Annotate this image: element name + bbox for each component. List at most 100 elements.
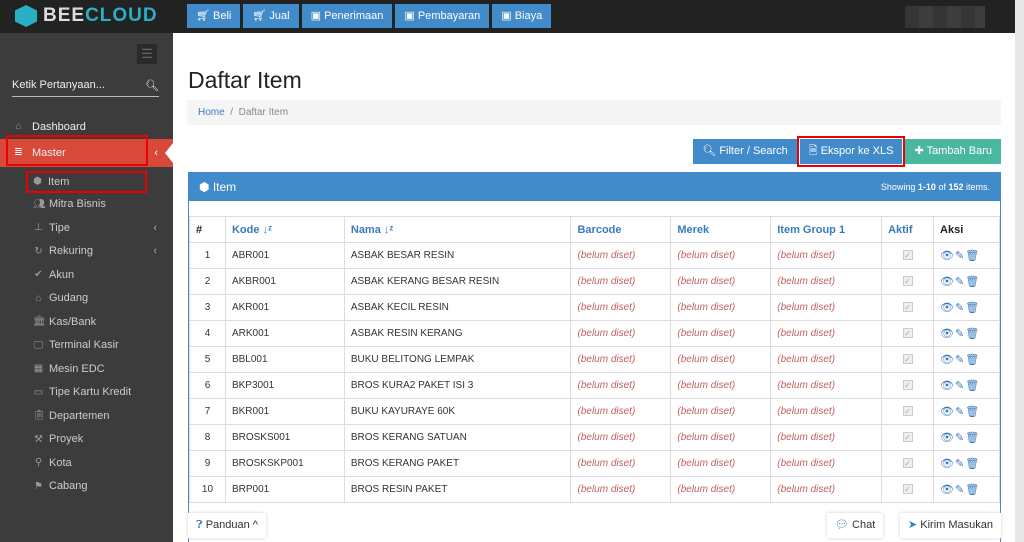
sidebar-item-mitra-bisnis[interactable]: 👥︎ Mitra Bisnis bbox=[0, 193, 173, 217]
scrollbar[interactable] bbox=[1015, 0, 1024, 542]
feedback-button[interactable]: ➤ Kirim Masukan bbox=[900, 513, 1002, 538]
edit-icon[interactable]: ✎ bbox=[955, 406, 965, 418]
delete-icon[interactable]: 🗑︎ bbox=[965, 380, 980, 392]
chat-button[interactable]: 💬︎ Chat bbox=[827, 513, 884, 538]
money-icon: ▣ bbox=[501, 10, 512, 22]
column-header-nama[interactable]: Nama ↓ᶻ bbox=[343, 216, 572, 243]
sidebar-item-tipe[interactable]: ⊥ Tipe ‹ bbox=[0, 216, 173, 240]
gavel-icon: ⚒ bbox=[34, 433, 43, 445]
column-header-aktif[interactable]: Aktif bbox=[881, 216, 935, 243]
table-row: 10 BRP001 BROS RESIN PAKET (belum diset) (be… bbox=[189, 476, 1000, 503]
view-icon[interactable]: 👁︎ bbox=[940, 432, 955, 444]
guide-button[interactable]: ❓︎ Panduan ^ bbox=[188, 513, 266, 538]
topnav-beli[interactable]: 🛒︎ Beli bbox=[187, 4, 241, 28]
table-row: 6 BKP3001 BROS KURA2 PAKET ISI 3 (belum dis… bbox=[189, 372, 1000, 399]
clipboard-icon: 📋︎ bbox=[33, 410, 46, 422]
delete-icon[interactable]: 🗑︎ bbox=[965, 432, 980, 444]
page-title: Daftar Item bbox=[188, 67, 302, 93]
topnav-biaya[interactable]: ▣ Biaya bbox=[492, 4, 552, 28]
active-checkbox: ✓ bbox=[902, 276, 913, 286]
file-excel-icon: 🗎 bbox=[808, 145, 818, 157]
topnav-pembayaran[interactable]: ▣ Pembayaran bbox=[395, 4, 490, 28]
breadcrumb-home[interactable]: Home bbox=[198, 107, 225, 118]
home-icon: ⌂ bbox=[35, 292, 42, 304]
chevron-left-icon: ‹ bbox=[153, 245, 157, 258]
column-header-item-group-1[interactable]: Item Group 1 bbox=[770, 216, 883, 243]
sitemap-icon: ⊥ bbox=[34, 222, 43, 234]
edit-icon[interactable]: ✎ bbox=[955, 354, 965, 366]
user-menu[interactable] bbox=[905, 6, 985, 28]
view-icon[interactable]: 👁︎ bbox=[940, 328, 955, 340]
column-header-kode[interactable]: Kode ↓ᶻ bbox=[224, 216, 345, 243]
paper-plane-icon: ➤ bbox=[908, 519, 918, 531]
sidebar-item-proyek[interactable]: ⚒ Proyek bbox=[0, 428, 173, 452]
active-checkbox: ✓ bbox=[902, 380, 913, 390]
edit-icon[interactable]: ✎ bbox=[955, 432, 965, 444]
sidebar-item-kota[interactable]: ⚲ Kota bbox=[0, 451, 173, 475]
delete-icon[interactable]: 🗑︎ bbox=[965, 354, 980, 366]
search-input[interactable]: Ketik Pertanyaan... 🔍︎ bbox=[12, 79, 159, 97]
sidebar-item-kas-bank[interactable]: 🏛︎ Kas/Bank bbox=[0, 310, 173, 334]
edit-icon[interactable]: ✎ bbox=[955, 276, 965, 288]
cube-icon: ⬢ bbox=[199, 180, 210, 194]
column-header-barcode[interactable]: Barcode bbox=[570, 216, 672, 243]
delete-icon[interactable]: 🗑︎ bbox=[965, 484, 980, 496]
column-header-merek[interactable]: Merek bbox=[670, 216, 772, 243]
sidebar-item-cabang[interactable]: ⚑ Cabang bbox=[0, 475, 173, 499]
edit-icon[interactable]: ✎ bbox=[955, 380, 965, 392]
sidebar-item-departemen[interactable]: 📋︎ Departemen bbox=[0, 404, 173, 428]
view-icon[interactable]: 👁︎ bbox=[940, 250, 955, 262]
logo-icon bbox=[15, 5, 37, 27]
bank-icon: 🏛︎ bbox=[33, 316, 46, 328]
table-row: 2 AKBR001 ASBAK KERANG BESAR RESIN (belum d… bbox=[189, 268, 1000, 295]
sidebar-item-master[interactable]: ≣ Master ‹ bbox=[0, 134, 173, 167]
table-row: 8 BROSKS001 BROS KERANG SATUAN (belum diset… bbox=[189, 424, 1000, 451]
cart-icon: 🛒︎ bbox=[252, 10, 267, 22]
edit-icon[interactable]: ✎ bbox=[955, 250, 965, 262]
sidebar-item-gudang[interactable]: ⌂ Gudang bbox=[0, 287, 173, 311]
column-header--: # bbox=[189, 216, 226, 243]
top-bar: BEECLOUD 🛒︎ Beli 🛒︎ Jual ▣ Penerimaan ▣ Pem… bbox=[0, 0, 1024, 33]
view-icon[interactable]: 👁︎ bbox=[940, 406, 955, 418]
active-checkbox: ✓ bbox=[902, 302, 913, 312]
sidebar: ☰ Ketik Pertanyaan... 🔍︎ ⌂ Dashboard ≣ Mast… bbox=[0, 33, 173, 542]
view-icon[interactable]: 👁︎ bbox=[940, 302, 955, 314]
edit-icon[interactable]: ✎ bbox=[955, 302, 965, 314]
edit-icon[interactable]: ✎ bbox=[955, 328, 965, 340]
active-checkbox: ✓ bbox=[902, 484, 913, 494]
sidebar-item-rekuring[interactable]: ↻ Rekuring ‹ bbox=[0, 240, 173, 264]
view-icon[interactable]: 👁︎ bbox=[940, 354, 955, 366]
users-icon: 👥︎ bbox=[33, 198, 46, 210]
active-checkbox: ✓ bbox=[902, 458, 913, 468]
delete-icon[interactable]: 🗑︎ bbox=[965, 328, 980, 340]
sidebar-item-tipe-kartu-kredit[interactable]: ▭ Tipe Kartu Kredit bbox=[0, 381, 173, 405]
item-table: # Kode ↓ᶻ Nama ↓ᶻ Barcode Merek Item Group 1A… bbox=[189, 216, 1000, 503]
edit-icon[interactable]: ✎ bbox=[955, 484, 965, 496]
money-icon: ▣ bbox=[404, 10, 415, 22]
table-row: 3 AKR001 ASBAK KECIL RESIN (belum diset) (be… bbox=[189, 294, 1000, 321]
view-icon[interactable]: 👁︎ bbox=[940, 380, 955, 392]
sidebar-item-item[interactable]: ⬢ Item bbox=[26, 170, 147, 193]
logo[interactable]: BEECLOUD bbox=[15, 5, 158, 27]
delete-icon[interactable]: 🗑︎ bbox=[965, 250, 980, 262]
sidebar-item-terminal-kasir[interactable]: 🖵 Terminal Kasir bbox=[0, 334, 173, 358]
delete-icon[interactable]: 🗑︎ bbox=[965, 276, 980, 288]
filter-search-button[interactable]: 🔍︎ Filter / Search bbox=[693, 139, 797, 164]
delete-icon[interactable]: 🗑︎ bbox=[965, 302, 980, 314]
delete-icon[interactable]: 🗑︎ bbox=[965, 406, 980, 418]
sidebar-item-mesin-edc[interactable]: ▦ Mesin EDC bbox=[0, 357, 173, 381]
view-icon[interactable]: 👁︎ bbox=[940, 484, 955, 496]
topnav-jual[interactable]: 🛒︎ Jual bbox=[243, 4, 299, 28]
menu-toggle-icon[interactable]: ☰ bbox=[137, 44, 157, 64]
view-icon[interactable]: 👁︎ bbox=[940, 276, 955, 288]
table-row: 1 ABR001 ASBAK BESAR RESIN (belum diset) (be… bbox=[189, 242, 1000, 269]
search-icon[interactable]: 🔍︎ bbox=[145, 79, 159, 96]
edit-icon[interactable]: ✎ bbox=[955, 458, 965, 470]
export-xls-button[interactable]: 🗎 Ekspor ke XLS bbox=[796, 136, 906, 167]
delete-icon[interactable]: 🗑︎ bbox=[965, 458, 980, 470]
topnav-penerimaan[interactable]: ▣ Penerimaan bbox=[301, 4, 393, 28]
sidebar-item-akun[interactable]: ✔ Akun bbox=[0, 263, 173, 287]
add-new-button[interactable]: ✚ Tambah Baru bbox=[905, 139, 1001, 164]
check-icon: ✔ bbox=[34, 269, 43, 281]
view-icon[interactable]: 👁︎ bbox=[940, 458, 955, 470]
